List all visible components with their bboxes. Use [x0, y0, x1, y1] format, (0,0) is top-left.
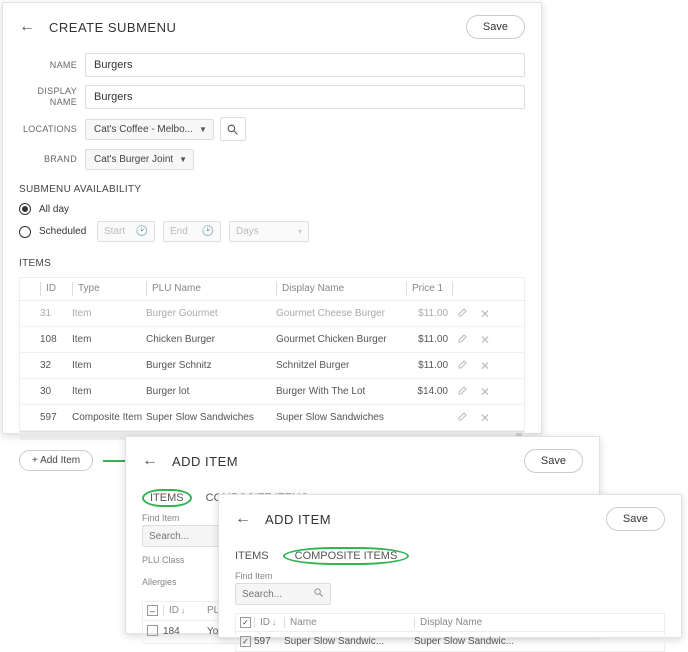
- header: ← CREATE SUBMENU Save: [19, 15, 525, 39]
- search-field[interactable]: [235, 583, 331, 605]
- col-price[interactable]: Price 1: [406, 282, 452, 296]
- brand-dropdown[interactable]: Cat's Burger Joint ▼: [85, 149, 194, 170]
- table-row[interactable]: 597Composite ItemSuper Slow SandwichesSu…: [20, 405, 524, 431]
- sort-down-icon[interactable]: ↓: [272, 618, 276, 627]
- chevron-down-icon: ▼: [179, 155, 187, 164]
- delete-icon[interactable]: ✕: [474, 333, 496, 347]
- delete-icon[interactable]: ✕: [474, 359, 496, 373]
- table-row[interactable]: 108ItemChicken BurgerGourmet Chicken Bur…: [20, 327, 524, 353]
- radio-allday[interactable]: [19, 203, 31, 215]
- items-section-title: ITEMS: [19, 258, 525, 269]
- add-item-button[interactable]: + Add Item: [19, 450, 93, 471]
- delete-icon[interactable]: ✕: [474, 307, 496, 321]
- create-submenu-panel: ← CREATE SUBMENU Save NAME DISPLAY NAME …: [2, 2, 542, 434]
- items-table: ID Type PLU Name Display Name Price 1 31…: [19, 277, 525, 440]
- edit-icon[interactable]: [452, 306, 474, 321]
- col-type[interactable]: Type: [72, 282, 146, 296]
- chevron-down-icon: ▼: [199, 125, 207, 134]
- table-row[interactable]: 30ItemBurger lotBurger With The Lot$14.0…: [20, 379, 524, 405]
- checkbox-header[interactable]: [147, 605, 158, 616]
- edit-icon[interactable]: [452, 384, 474, 399]
- chevron-down-icon: ▾: [298, 227, 302, 236]
- back-arrow-icon[interactable]: ←: [19, 18, 35, 36]
- delete-icon[interactable]: ✕: [474, 411, 496, 425]
- tabs: ITEMS COMPOSITE ITEMS: [235, 545, 665, 567]
- name-input[interactable]: [85, 53, 525, 77]
- delete-icon[interactable]: ✕: [474, 385, 496, 399]
- table-row[interactable]: 31ItemBurger GourmetGourmet Cheese Burge…: [20, 301, 524, 327]
- locations-search-button[interactable]: [220, 117, 246, 141]
- edit-icon[interactable]: [452, 410, 474, 425]
- locations-value: Cat's Coffee - Melbo...: [94, 124, 193, 135]
- tab-composite-items[interactable]: COMPOSITE ITEMS: [283, 545, 410, 567]
- composite-table-row[interactable]: 597 Super Slow Sandwic... Super Slow San…: [235, 632, 665, 652]
- clock-icon: 🕑: [202, 226, 214, 237]
- scheduled-label: Scheduled: [39, 226, 89, 237]
- tab-items[interactable]: ITEMS: [235, 548, 269, 564]
- annotation-circle: ITEMS: [142, 489, 192, 507]
- label-name: NAME: [19, 60, 77, 71]
- edit-icon[interactable]: [452, 332, 474, 347]
- availability-scheduled-row[interactable]: Scheduled Start🕑 End🕑 Days▾: [19, 221, 525, 242]
- table-row[interactable]: 32ItemBurger SchnitzSchnitzel Burger$11.…: [20, 353, 524, 379]
- label-brand: BRAND: [19, 154, 77, 165]
- checkbox-row[interactable]: [147, 625, 158, 636]
- tab-items[interactable]: ITEMS: [142, 487, 192, 509]
- allday-label: All day: [39, 204, 69, 215]
- clock-icon: 🕑: [136, 226, 148, 237]
- composite-table-header: ID↓ Name Display Name: [235, 613, 665, 632]
- annotation-circle: COMPOSITE ITEMS: [283, 547, 410, 565]
- page-title: ADD ITEM: [265, 512, 331, 527]
- label-locations: LOCATIONS: [19, 124, 77, 135]
- find-item-label: Find Item: [235, 571, 665, 581]
- page-title: ADD ITEM: [172, 454, 238, 469]
- checkbox-row[interactable]: [240, 636, 251, 647]
- locations-dropdown[interactable]: Cat's Coffee - Melbo... ▼: [85, 119, 214, 140]
- back-arrow-icon[interactable]: ←: [142, 452, 158, 470]
- col-plu[interactable]: PLU Name: [146, 282, 276, 296]
- display-name-input[interactable]: [85, 85, 525, 109]
- search-input[interactable]: [242, 589, 306, 600]
- items-table-header: ID Type PLU Name Display Name Price 1: [20, 278, 524, 301]
- edit-icon[interactable]: [452, 358, 474, 373]
- sort-down-icon[interactable]: ↓: [181, 606, 185, 615]
- header: ← ADD ITEM Save: [235, 507, 665, 531]
- search-icon: [313, 587, 324, 601]
- label-display-name: DISPLAY NAME: [19, 86, 77, 108]
- back-arrow-icon[interactable]: ←: [235, 510, 251, 528]
- composite-table: ID↓ Name Display Name 597 Super Slow San…: [235, 613, 665, 652]
- end-time-field[interactable]: End🕑: [163, 221, 221, 242]
- days-field[interactable]: Days▾: [229, 221, 309, 242]
- radio-scheduled[interactable]: [19, 226, 31, 238]
- brand-value: Cat's Burger Joint: [94, 154, 173, 165]
- checkbox-header[interactable]: [240, 617, 251, 628]
- save-button[interactable]: Save: [606, 507, 665, 531]
- availability-section-title: SUBMENU AVAILABILITY: [19, 184, 525, 195]
- availability-allday-row[interactable]: All day: [19, 203, 525, 215]
- col-display[interactable]: Display Name: [276, 282, 406, 296]
- save-button[interactable]: Save: [466, 15, 525, 39]
- add-item-composite-panel: ← ADD ITEM Save ITEMS COMPOSITE ITEMS Fi…: [218, 494, 682, 638]
- page-title: CREATE SUBMENU: [49, 20, 176, 35]
- search-input[interactable]: [149, 531, 213, 542]
- header: ← ADD ITEM Save: [142, 449, 583, 473]
- col-id[interactable]: ID: [40, 282, 72, 296]
- start-time-field[interactable]: Start🕑: [97, 221, 155, 242]
- save-button[interactable]: Save: [524, 449, 583, 473]
